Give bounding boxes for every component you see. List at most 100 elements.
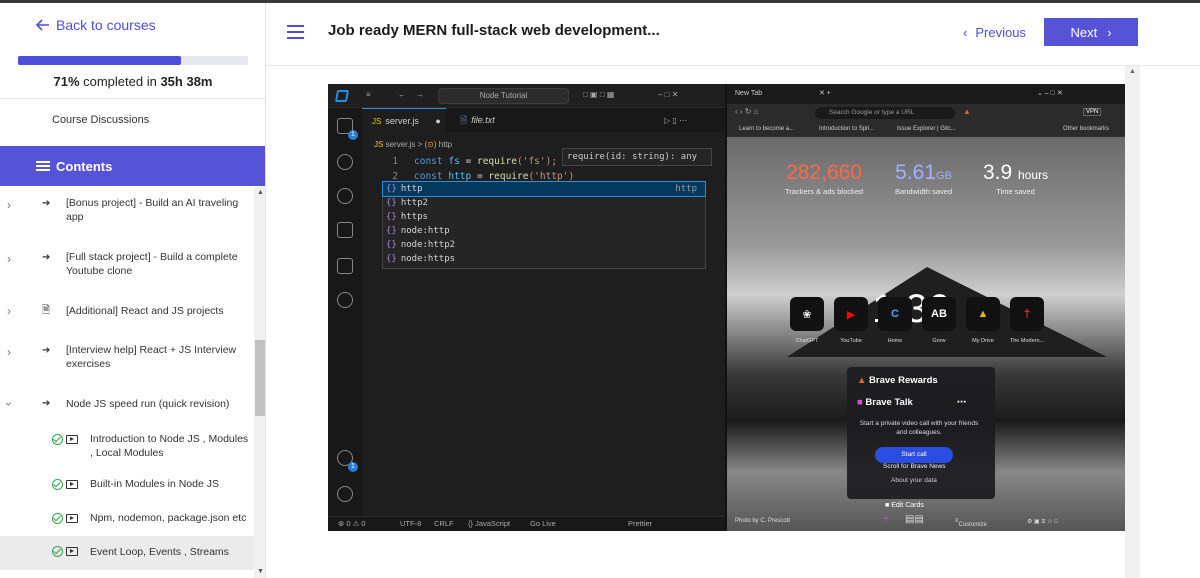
code-op: = <box>459 156 477 167</box>
shortcut-drive-icon: ▲ <box>966 297 1000 331</box>
stat-time: 3.9 hours Time saved <box>983 161 1048 196</box>
status-encoding: UTF-8 <box>400 519 422 528</box>
chevron-right-icon[interactable]: › <box>7 345 11 359</box>
grid-icon: ▤▤ <box>905 514 924 525</box>
start-call-button: Start call <box>875 447 953 463</box>
suggestion-item: {} node:https <box>383 252 705 266</box>
previous-button[interactable]: ‹ Previous <box>963 25 1026 40</box>
contents-tab[interactable]: Contents <box>0 146 265 186</box>
lesson-item-active[interactable]: Event Loop, Events , Streams <box>0 536 254 570</box>
chevron-right-icon[interactable]: › <box>7 304 11 318</box>
stat-bandwidth: 5.61GB Bandwidth saved <box>895 161 952 196</box>
newtab-footer: Photo by C. Prescott + ▤▤ ≡ Customize ⚙ … <box>727 514 1125 531</box>
unsaved-dot-icon: ● <box>435 116 441 126</box>
list-item-label: Node JS speed run (quick revision) <box>66 398 230 410</box>
completed-check-icon <box>52 513 63 524</box>
search-icon <box>337 154 353 170</box>
list-icon <box>36 159 50 173</box>
contents-list: › ➔ [Bonus project] - Build an AI travel… <box>0 187 254 578</box>
rewards-icon: ▲ <box>857 375 867 386</box>
scrollbar-thumb[interactable] <box>255 340 265 416</box>
page-scrollbar[interactable]: ▲ <box>1125 66 1140 578</box>
suggestion-label: http2 <box>400 198 428 208</box>
tab-file-txt: 🗎 file.txt <box>450 108 520 132</box>
arrow-left-icon <box>36 19 49 31</box>
back-to-courses-link[interactable]: Back to courses <box>36 17 156 33</box>
project-icon: ➔ <box>42 398 51 409</box>
account-badge: 1 <box>348 462 358 472</box>
chevron-down-icon[interactable]: › <box>2 402 16 406</box>
status-golive: Go Live <box>530 519 556 528</box>
status-bar: ⊗ 0 ⚠ 0 UTF-8 CRLF {} JavaScript Go Live… <box>328 516 725 531</box>
shortcut-label: Grow <box>932 338 946 344</box>
brave-cards-panel: ▲ Brave Rewards ■ Brave Talk ⋯ Start a pr… <box>847 367 995 499</box>
module-icon: {} <box>386 198 397 208</box>
next-button[interactable]: Next › <box>1044 18 1138 46</box>
chevron-right-icon[interactable]: › <box>7 198 11 212</box>
course-player: Back to courses 71% completed in 35h 38m… <box>0 0 1200 578</box>
list-item[interactable]: › 🗎 [Additional] React and JS projects <box>0 304 254 324</box>
list-item[interactable]: › ➔ [Full stack project] - Build a compl… <box>0 250 254 282</box>
signature-hint: require(id: string): any <box>562 148 712 166</box>
scroll-down-icon[interactable]: ▼ <box>257 568 264 575</box>
video-player[interactable]: ≡ ← → Node Tutorial □ ▣ □ ▦ – □ ✕ 1 1 JS… <box>328 84 1125 531</box>
close-icon: ✕ + <box>819 90 831 97</box>
divider <box>0 98 265 99</box>
customize: ≡ Customize <box>955 518 987 528</box>
lesson-item[interactable]: Introduction to Node JS , Modules , Loca… <box>0 432 254 464</box>
js-file-icon: JS <box>372 117 382 126</box>
lesson-item[interactable]: Npm, nodemon, package.json etc <box>0 511 254 531</box>
scroll-up-icon[interactable]: ▲ <box>257 189 264 196</box>
plus-icon: + <box>883 514 889 525</box>
stat-label: Time saved <box>996 187 1035 196</box>
progress-fill <box>18 56 182 65</box>
browser-toolbar: ‹ › ↻ ⌂ Search Google or type a URL ▲ VP… <box>727 104 1125 122</box>
list-item-label: [Full stack project] - Build a complete … <box>66 251 238 277</box>
edit-cards: ■ Edit Cards <box>885 502 924 509</box>
suggestion-label: node:http2 <box>400 240 456 250</box>
talk-description: Start a private video call with your fri… <box>859 420 979 436</box>
chevron-right-icon[interactable]: › <box>7 252 11 266</box>
run-icon: ▷ ▯ ⋯ <box>664 116 687 125</box>
list-item[interactable]: › ➔ [Interview help] React + JS Intervie… <box>0 343 254 375</box>
project-icon: ➔ <box>42 345 51 356</box>
video-icon <box>66 547 78 556</box>
scroll-news: Scroll for Brave News <box>883 463 946 470</box>
shortcut-grow-icon: AB <box>922 297 956 331</box>
menu-toggle-icon[interactable] <box>287 25 304 43</box>
other-bookmarks: Other bookmarks <box>1063 126 1110 132</box>
back-label: Back to courses <box>56 17 156 33</box>
edit-cards-label: Edit Cards <box>891 502 924 509</box>
module-icon: {} <box>386 254 397 264</box>
completed-check-icon <box>52 434 63 445</box>
brave-shield-icon: ▲ <box>963 107 971 116</box>
suggestion-detail: http <box>675 184 697 194</box>
list-item-label: [Interview help] React + JS Interview ex… <box>66 344 237 370</box>
shortcut-home-icon: C <box>878 297 912 331</box>
editor-tabs: JS server.js ● 🗎 file.txt ▷ ▯ ⋯ <box>362 108 725 132</box>
lesson-item[interactable]: Built-in Modules in Node JS <box>0 477 254 497</box>
list-item[interactable]: › ➔ Node JS speed run (quick revision) <box>0 397 254 417</box>
lesson-label: Event Loop, Events , Streams <box>90 546 229 558</box>
shortcut-label: The Modern... <box>1009 338 1045 344</box>
status-problems: ⊗ 0 ⚠ 0 <box>338 519 366 528</box>
stat-value: 5.61 <box>895 161 937 184</box>
suggestion-item: {} node:http2 <box>383 238 705 252</box>
lesson-label: Npm, nodemon, package.json etc <box>90 512 247 524</box>
line-number: 1 <box>392 156 398 167</box>
lesson-header: Job ready MERN full-stack web developmen… <box>266 3 1200 66</box>
bookmark: Introduction to Spri... <box>819 126 875 132</box>
completed-check-icon <box>52 546 63 557</box>
project-icon: ➔ <box>42 198 51 209</box>
module-icon: {} <box>386 184 397 194</box>
shortcut-chatgpt-icon: ❀ <box>790 297 824 331</box>
scroll-up-icon[interactable]: ▲ <box>1129 68 1136 75</box>
code-line: 1 const fs = require('fs'); <box>374 154 574 169</box>
list-item[interactable]: › ➔ [Bonus project] - Build an AI travel… <box>0 196 254 228</box>
module-icon: {} <box>386 226 397 236</box>
suggestion-item: {} https <box>383 210 705 224</box>
sidebar-scrollbar[interactable]: ▲ ▼ <box>254 187 265 578</box>
lesson-label: Introduction to Node JS , Modules , Loca… <box>90 433 249 459</box>
command-search: Node Tutorial <box>438 88 569 104</box>
course-discussions-link[interactable]: Course Discussions <box>52 114 149 126</box>
